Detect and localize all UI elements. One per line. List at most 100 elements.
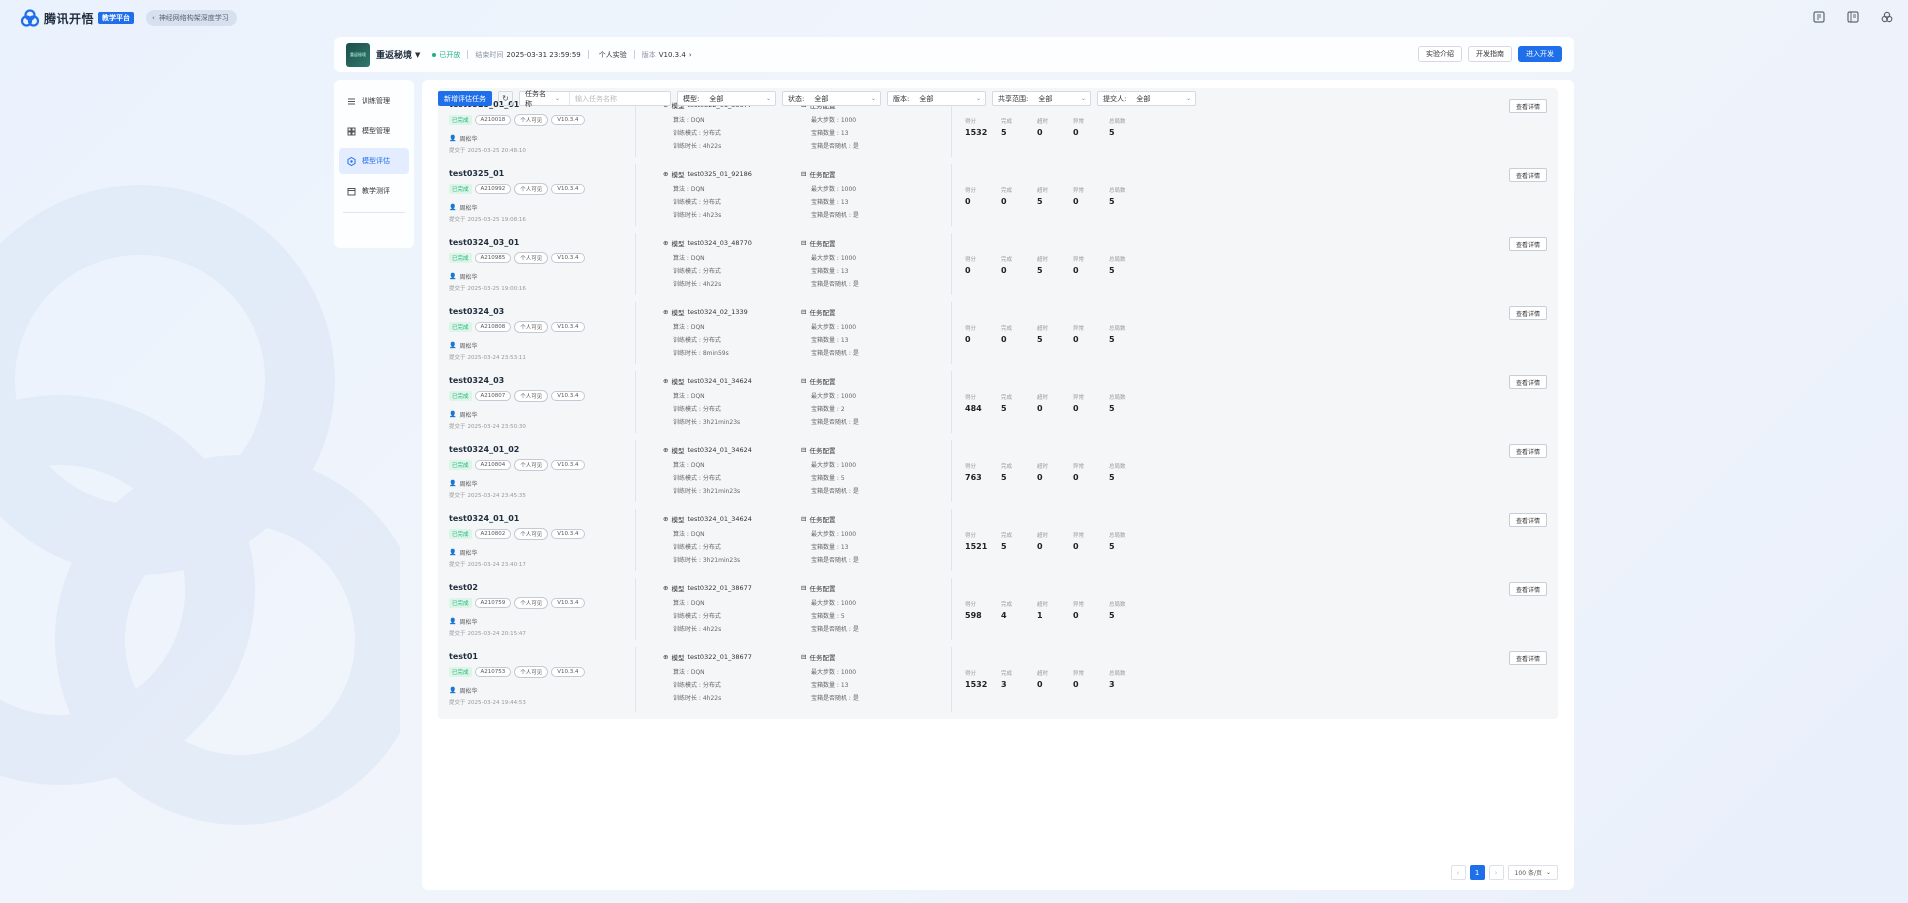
sidebar-item-evaluation[interactable]: 模型评估	[339, 148, 409, 174]
task-title: test0324_03	[449, 307, 505, 316]
done-value: 5	[1001, 128, 1007, 137]
task-config: ⊟任务配置 最大步数 : 1000 宝箱数量 : 13 宝箱是否随机 : 是	[801, 170, 859, 219]
sidebar-item-training[interactable]: 训练管理	[339, 88, 409, 114]
enter-dev-button[interactable]: 进入开发	[1518, 46, 1562, 62]
evaluation-row: test0324_03 已完成 A210808 个人可见 V10.3.4 👤 周松…	[438, 295, 1558, 374]
pagination: ‹ 1 › 100 条/页 ⌄	[1450, 865, 1558, 880]
submit-time: 提交于 2025-03-24 20:15:47	[449, 631, 526, 637]
state-filter[interactable]: 状态: 全部 ⌄	[782, 91, 881, 106]
share-scope-filter[interactable]: 共享范围: 全部 ⌄	[992, 91, 1091, 106]
task-id-tag: A210992	[474, 184, 512, 194]
version-filter[interactable]: 版本: 全部 ⌄	[887, 91, 986, 106]
notebook-icon[interactable]	[1846, 10, 1860, 24]
chevron-right-icon[interactable]: ›	[689, 51, 692, 59]
sidebar-item-assessment[interactable]: 教学测评	[339, 178, 409, 204]
error-value: 0	[1073, 542, 1079, 551]
project-thumbnail: 重返秘境	[346, 42, 370, 67]
view-detail-button[interactable]: 查看详情	[1508, 375, 1547, 389]
view-detail-button[interactable]: 查看详情	[1508, 99, 1547, 113]
total-value: 5	[1109, 611, 1115, 620]
version-value[interactable]: V10.3.4	[659, 51, 686, 59]
dev-guide-button[interactable]: 开发指南	[1468, 46, 1512, 62]
error-value: 0	[1073, 404, 1079, 413]
view-detail-button[interactable]: 查看详情	[1508, 444, 1547, 458]
submit-time: 提交于 2025-03-24 19:44:53	[449, 700, 526, 706]
view-detail-button[interactable]: 查看详情	[1508, 237, 1547, 251]
document-icon[interactable]	[1812, 10, 1826, 24]
refresh-button[interactable]: ↻	[498, 91, 513, 106]
logo-text: 腾讯开悟	[44, 11, 95, 26]
collapse-sidebar-icon[interactable]	[353, 221, 376, 230]
status-dot-icon	[432, 52, 437, 57]
page-number[interactable]: 1	[1469, 865, 1485, 880]
training-icon	[348, 98, 355, 104]
experiment-type: 个人实验	[598, 50, 627, 59]
view-detail-button[interactable]: 查看详情	[1508, 582, 1547, 596]
model-info: ⊕ 模型 test0324_03_48770 算法 : DQN 训练模式 : 分布式…	[663, 239, 752, 288]
divider	[635, 509, 636, 574]
score-value: 598	[965, 611, 982, 620]
view-detail-button[interactable]: 查看详情	[1508, 651, 1547, 665]
result-stats: 得分 0 完成 0 超时 5 异常 0 总局数 5	[965, 324, 1145, 344]
divider	[635, 302, 636, 367]
view-detail-button[interactable]: 查看详情	[1508, 306, 1547, 320]
task-title: test0325_01	[449, 169, 505, 178]
error-value: 0	[1073, 680, 1079, 689]
task-name-select[interactable]: 任务名称 ⌄	[520, 90, 570, 108]
error-value: 0	[1073, 611, 1079, 620]
timeout-value: 0	[1037, 404, 1043, 413]
task-title: test0324_01_02	[449, 445, 520, 454]
page-size-select[interactable]: 100 条/页 ⌄	[1507, 865, 1558, 880]
timeout-value: 0	[1037, 542, 1043, 551]
back-to-course-button[interactable]: ‹ 神经网络构架深度学习	[146, 10, 237, 26]
user-icon: 👤	[449, 411, 457, 418]
status-badge: 已完成	[449, 322, 472, 332]
config-icon: ⊟	[801, 653, 807, 661]
task-name-input[interactable]: 输入任务名称	[570, 94, 670, 104]
model-info: ⊕ 模型 test0324_02_1339 算法 : DQN 训练模式 : 分布式 …	[663, 308, 748, 357]
config-icon: ⊟	[801, 170, 807, 178]
sidebar-item-models[interactable]: 模型管理	[339, 118, 409, 144]
result-stats: 得分 1521 完成 5 超时 0 异常 0 总局数 5	[965, 531, 1145, 551]
task-id-tag: A210802	[474, 529, 512, 539]
total-value: 5	[1109, 335, 1115, 344]
timeout-value: 0	[1037, 473, 1043, 482]
divider	[951, 371, 952, 436]
chevron-down-icon: ⌄	[975, 95, 981, 102]
task-name-filter: 任务名称 ⌄ 输入任务名称	[519, 90, 671, 108]
experiment-intro-button[interactable]: 实验介绍	[1418, 46, 1462, 62]
evaluation-row: test0324_01_02 已完成 A210804 个人可见 V10.3.4 …	[438, 433, 1558, 512]
next-page-button[interactable]: ›	[1488, 865, 1504, 880]
submit-time: 提交于 2025-03-25 19:08:16	[449, 217, 526, 223]
evaluation-row: test01 已完成 A210753 个人可见 V10.3.4 👤 周松华 提交于…	[438, 640, 1558, 719]
total-value: 5	[1109, 266, 1115, 275]
version-label: 版本	[641, 50, 656, 59]
new-evaluation-button[interactable]: 新增评估任务	[438, 91, 492, 106]
result-stats: 得分 1532 完成 3 超时 0 异常 0 总局数 3	[965, 669, 1145, 689]
model-filter[interactable]: 模型: 全部 ⌄	[677, 91, 776, 106]
task-title: test0324_03_01	[449, 238, 520, 247]
caret-down-icon[interactable]: ▼	[415, 51, 420, 59]
app-logo[interactable]: 腾讯开悟 教学平台	[20, 8, 135, 28]
done-value: 4	[1001, 611, 1007, 620]
model-icon: ⊕	[663, 377, 669, 385]
view-detail-button[interactable]: 查看详情	[1508, 168, 1547, 182]
error-value: 0	[1073, 266, 1079, 275]
prev-page-button[interactable]: ‹	[1450, 865, 1466, 880]
timeout-value: 5	[1037, 335, 1043, 344]
task-id-tag: A210985	[474, 253, 512, 263]
task-id-tag: A210759	[474, 598, 512, 608]
divider	[635, 233, 636, 298]
user-icon: 👤	[449, 480, 457, 487]
user-menu-icon[interactable]	[1880, 10, 1894, 24]
divider	[587, 50, 589, 59]
project-name[interactable]: 重返秘境	[376, 48, 412, 61]
score-value: 1532	[965, 680, 988, 689]
submitter-filter[interactable]: 提交人: 全部 ⌄	[1097, 91, 1196, 106]
status-badge: 已完成	[449, 253, 472, 263]
model-icon: ⊕	[663, 446, 669, 454]
config-icon: ⊟	[801, 239, 807, 247]
platform-badge: 教学平台	[98, 12, 135, 24]
refresh-icon: ↻	[502, 94, 509, 103]
view-detail-button[interactable]: 查看详情	[1508, 513, 1547, 527]
